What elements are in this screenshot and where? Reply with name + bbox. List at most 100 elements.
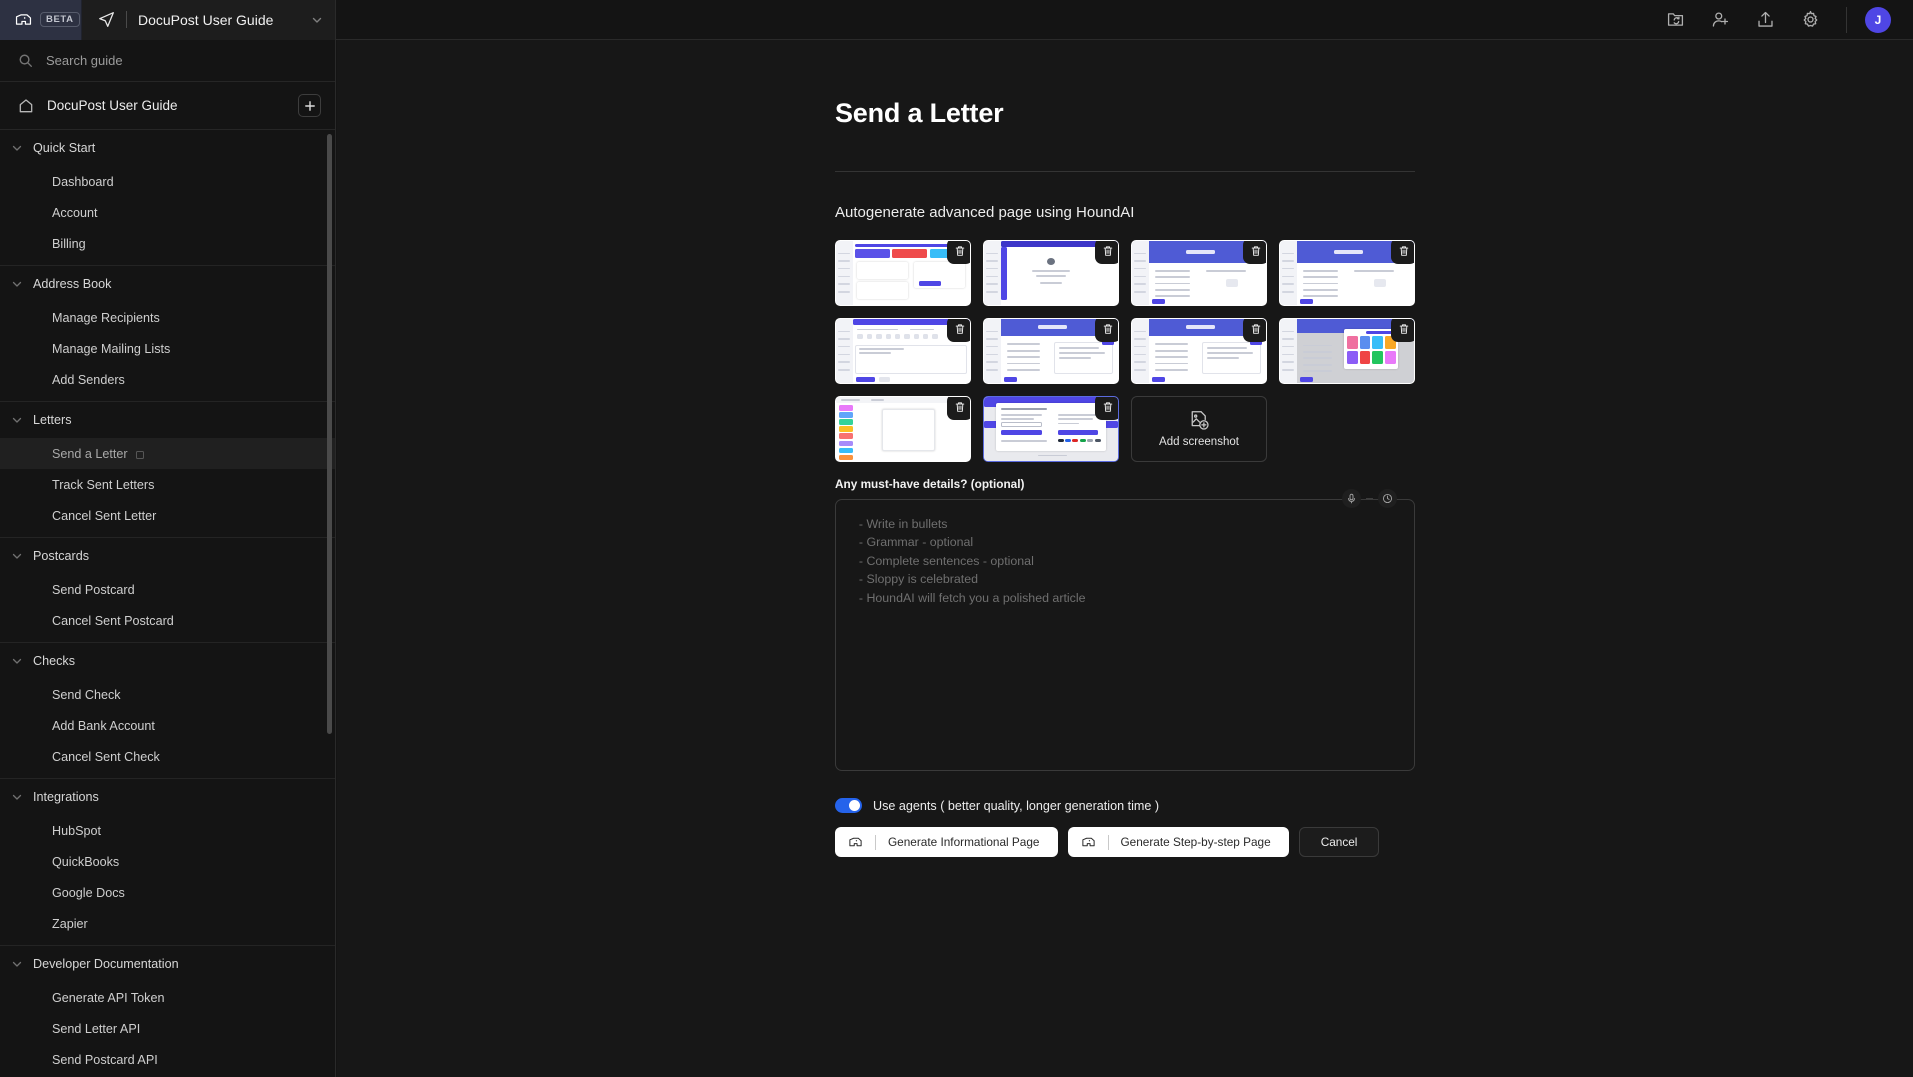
chevron-down-icon[interactable] [311, 14, 323, 26]
sidebar-group-letters[interactable]: Letters [0, 402, 335, 438]
sidebar-group-checks[interactable]: Checks [0, 643, 335, 679]
search-input[interactable]: Search guide [0, 40, 335, 82]
sidebar-group-developer-documentation[interactable]: Developer Documentation [0, 946, 335, 982]
divider [1107, 834, 1109, 850]
history-button[interactable] [1378, 489, 1397, 508]
chevron-down-icon [12, 553, 22, 559]
sidebar-group-postcards[interactable]: Postcards [0, 538, 335, 574]
trash-icon [955, 324, 965, 334]
search-placeholder: Search guide [46, 53, 123, 68]
delete-screenshot-button[interactable] [1391, 241, 1414, 264]
trash-icon [1251, 324, 1261, 334]
sidebar-item-label: Send Check [52, 687, 121, 702]
sidebar-group-items: HubSpot QuickBooks Google Docs Zapier [0, 815, 335, 945]
sidebar-item-cancel-sent-check[interactable]: Cancel Sent Check [0, 741, 335, 772]
screenshot-thumbnail[interactable] [1131, 318, 1267, 384]
cancel-button[interactable]: Cancel [1298, 827, 1380, 857]
gear-icon[interactable] [1801, 10, 1820, 29]
folder-sync-icon[interactable] [1666, 10, 1685, 29]
sidebar-item-send-check[interactable]: Send Check [0, 679, 335, 710]
generate-informational-page-button[interactable]: Generate Informational Page [835, 827, 1058, 857]
details-textarea[interactable]: - Write in bullets - Grammar - optional … [835, 499, 1415, 771]
sidebar-group: Letters Send a Letter Track Sent Letters Ca… [0, 402, 335, 538]
sidebar-item-account[interactable]: Account [0, 197, 335, 228]
sidebar-group-address-book[interactable]: Address Book [0, 266, 335, 302]
generate-stepbystep-page-label: Generate Step-by-step Page [1120, 835, 1271, 849]
sidebar-item-cancel-sent-postcard[interactable]: Cancel Sent Postcard [0, 605, 335, 636]
sidebar-item-cancel-sent-letter[interactable]: Cancel Sent Letter [0, 500, 335, 531]
sidebar-group-items: Send Check Add Bank Account Cancel Sent Ch… [0, 679, 335, 778]
sidebar-item-track-sent-letters[interactable]: Track Sent Letters [0, 469, 335, 500]
delete-screenshot-button[interactable] [947, 241, 970, 264]
delete-screenshot-button[interactable] [1095, 397, 1118, 420]
hound-logo-icon [15, 14, 32, 25]
main-content: Send a Letter Autogenerate advanced page… [337, 40, 1913, 1077]
sidebar-item-zapier[interactable]: Zapier [0, 908, 335, 939]
sidebar-item-generate-api-token[interactable]: Generate API Token [0, 982, 335, 1013]
sidebar-item-billing[interactable]: Billing [0, 228, 335, 259]
sidebar-group: Checks Send Check Add Bank Account Cancel S… [0, 643, 335, 779]
screenshot-thumbnail[interactable] [1131, 240, 1267, 306]
beta-badge: BETA [40, 12, 80, 27]
sidebar-item-send-postcard-api[interactable]: Send Postcard API [0, 1044, 335, 1075]
document-selector[interactable]: DocuPost User Guide [82, 0, 336, 40]
chevron-down-icon [12, 794, 22, 800]
brand-zone[interactable]: BETA [0, 0, 82, 40]
sidebar-item-add-senders[interactable]: Add Senders [0, 364, 335, 395]
sidebar-item-label: Cancel Sent Postcard [52, 613, 174, 628]
screenshot-thumbnail[interactable] [983, 240, 1119, 306]
sidebar-scrollbar[interactable] [327, 130, 332, 1077]
sidebar-item-quickbooks[interactable]: QuickBooks [0, 846, 335, 877]
screenshot-thumbnail[interactable] [835, 318, 971, 384]
delete-screenshot-button[interactable] [1095, 241, 1118, 264]
sidebar-group-items: Send Postcard Cancel Sent Postcard [0, 574, 335, 642]
sidebar-item-label: Add Senders [52, 372, 125, 387]
delete-screenshot-button[interactable] [1391, 319, 1414, 342]
delete-screenshot-button[interactable] [1095, 319, 1118, 342]
sidebar-item-send-a-letter[interactable]: Send a Letter [0, 438, 335, 469]
delete-screenshot-button[interactable] [947, 319, 970, 342]
delete-screenshot-button[interactable] [947, 397, 970, 420]
sidebar-item-add-bank-account[interactable]: Add Bank Account [0, 710, 335, 741]
sidebar-group-integrations[interactable]: Integrations [0, 779, 335, 815]
screenshot-thumbnail[interactable] [835, 240, 971, 306]
screenshot-thumbnail[interactable] [835, 396, 971, 462]
document-title: DocuPost User Guide [138, 11, 274, 28]
divider [1366, 498, 1373, 499]
hound-logo-icon [1081, 837, 1095, 847]
upload-icon[interactable] [1756, 10, 1775, 29]
sidebar-group: Quick Start Dashboard Account Billing [0, 130, 335, 266]
sidebar-item-label: HubSpot [52, 823, 102, 838]
microphone-button[interactable] [1342, 489, 1361, 508]
add-page-button[interactable] [298, 94, 321, 117]
home-row[interactable]: DocuPost User Guide [0, 82, 335, 130]
sidebar-group-quick-start[interactable]: Quick Start [0, 130, 335, 166]
sidebar-item-send-letter-api[interactable]: Send Letter API [0, 1013, 335, 1044]
screenshot-thumbnail[interactable] [1279, 240, 1415, 306]
add-user-icon[interactable] [1711, 10, 1730, 29]
sidebar-item-hubspot[interactable]: HubSpot [0, 815, 335, 846]
delete-screenshot-button[interactable] [1243, 319, 1266, 342]
sidebar-item-manage-mailing-lists[interactable]: Manage Mailing Lists [0, 333, 335, 364]
home-icon [19, 98, 33, 112]
chevron-down-icon [12, 658, 22, 664]
delete-screenshot-button[interactable] [1243, 241, 1266, 264]
use-agents-toggle[interactable] [835, 798, 862, 813]
trash-icon [955, 402, 965, 412]
avatar[interactable]: J [1865, 6, 1891, 33]
sidebar-item-google-docs[interactable]: Google Docs [0, 877, 335, 908]
sidebar-scrollbar-thumb[interactable] [327, 134, 332, 734]
screenshot-thumbnail[interactable] [983, 396, 1119, 462]
sidebar-item-send-postcard[interactable]: Send Postcard [0, 574, 335, 605]
paper-plane-icon [99, 12, 114, 27]
sidebar-group-items: Generate API Token Send Letter API Send Po… [0, 982, 335, 1077]
generate-stepbystep-page-button[interactable]: Generate Step-by-step Page [1067, 827, 1289, 857]
add-image-icon [1191, 411, 1209, 430]
add-screenshot-button[interactable]: Add screenshot [1131, 396, 1267, 462]
sidebar-item-manage-recipients[interactable]: Manage Recipients [0, 302, 335, 333]
sidebar-group-items: Dashboard Account Billing [0, 166, 335, 265]
sidebar-group-items: Manage Recipients Manage Mailing Lists Add… [0, 302, 335, 401]
screenshot-thumbnail[interactable] [1279, 318, 1415, 384]
screenshot-thumbnail[interactable] [983, 318, 1119, 384]
sidebar-item-dashboard[interactable]: Dashboard [0, 166, 335, 197]
